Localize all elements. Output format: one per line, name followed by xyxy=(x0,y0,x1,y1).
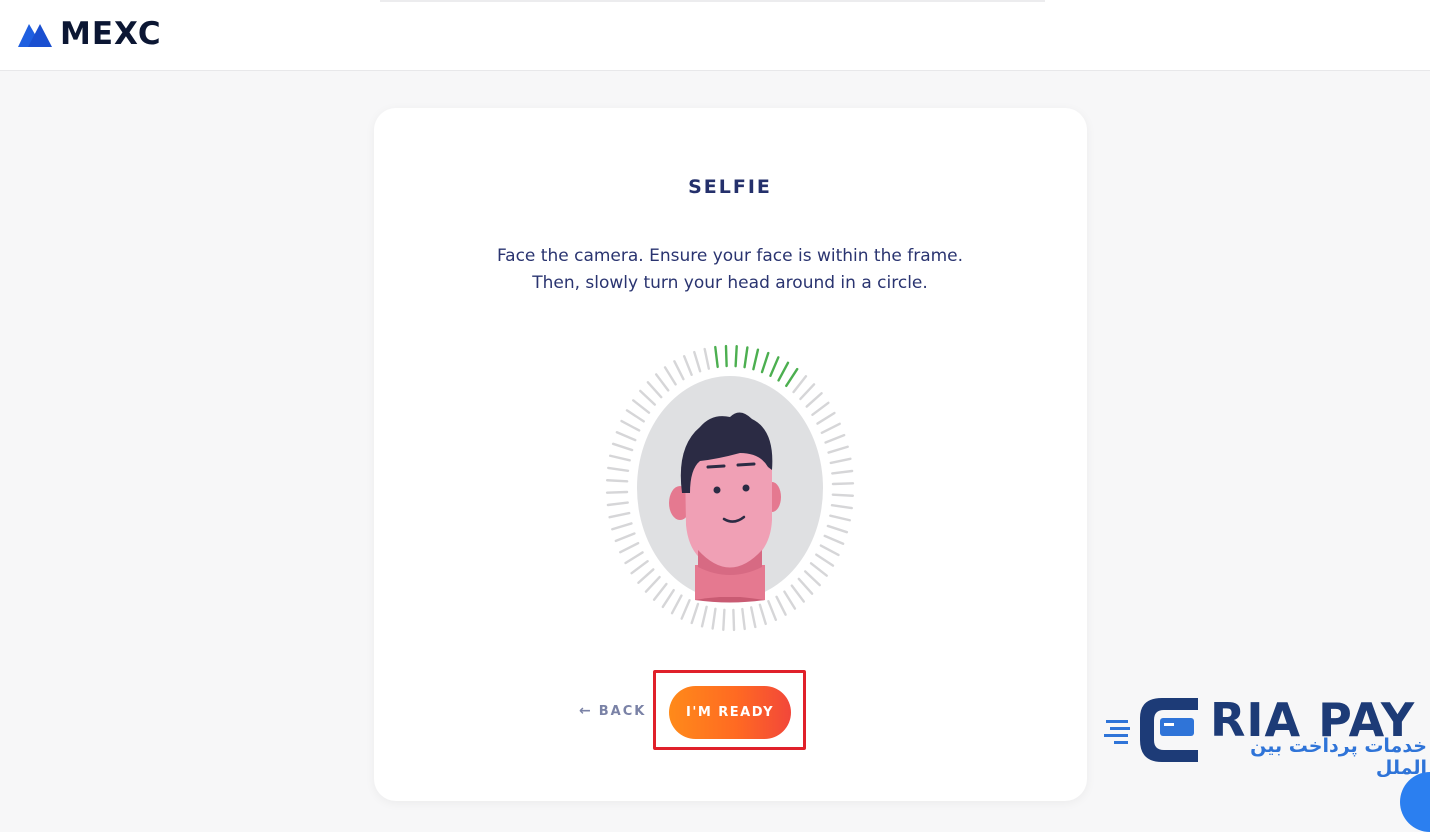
progress-tick xyxy=(829,514,851,522)
progress-tick xyxy=(632,399,651,414)
progress-tick xyxy=(644,575,661,593)
progress-tick xyxy=(824,433,846,444)
progress-tick xyxy=(673,360,685,381)
progress-tick xyxy=(693,350,702,373)
progress-tick xyxy=(661,588,675,609)
instruction-line-2: Then, slowly turn your head around in a … xyxy=(532,273,928,293)
progress-tick xyxy=(703,347,711,370)
progress-tick xyxy=(819,544,840,557)
arrow-left-icon: ← xyxy=(579,703,591,719)
progress-tick xyxy=(815,553,835,567)
im-ready-button[interactable]: I'M READY xyxy=(669,686,791,739)
progress-tick xyxy=(614,532,636,543)
progress-tick-complete xyxy=(714,345,719,369)
progress-tick xyxy=(690,602,700,625)
progress-tick xyxy=(767,600,778,621)
back-label: BACK xyxy=(598,703,647,719)
progress-tick xyxy=(700,605,708,628)
progress-tick xyxy=(646,381,663,399)
progress-tick xyxy=(805,392,823,408)
progress-tick xyxy=(605,479,629,483)
progress-tick-complete xyxy=(760,351,770,374)
riapay-tagline: خدمات پرداخت بین الملل xyxy=(1250,735,1427,779)
progress-tick-complete xyxy=(734,345,738,368)
back-button[interactable]: ← BACK xyxy=(579,703,646,719)
progress-tick xyxy=(609,454,631,462)
progress-tick xyxy=(654,373,670,392)
progress-tick xyxy=(783,590,797,610)
progress-tick xyxy=(619,541,640,554)
progress-tick xyxy=(606,501,629,507)
progress-tick xyxy=(820,422,841,435)
progress-tick xyxy=(816,411,836,425)
progress-tick xyxy=(831,469,854,475)
face-guide xyxy=(600,335,860,640)
progress-tick xyxy=(758,603,767,626)
progress-tick xyxy=(829,457,852,465)
progress-tick xyxy=(826,524,849,534)
progress-tick xyxy=(605,490,629,494)
progress-tick xyxy=(607,466,630,472)
progress-tick xyxy=(608,511,631,519)
progress-tick xyxy=(803,570,821,587)
progress-tick xyxy=(624,551,644,565)
progress-tick xyxy=(682,355,693,376)
progress-tick-complete xyxy=(743,346,749,369)
progress-tick xyxy=(639,389,657,406)
mexc-logo[interactable]: MEXC xyxy=(16,18,162,50)
top-divider xyxy=(380,0,1045,2)
progress-tick-complete xyxy=(785,367,799,388)
progress-tick xyxy=(811,401,830,416)
progress-tick xyxy=(663,366,677,386)
progress-tick xyxy=(732,608,736,632)
progress-tick-complete xyxy=(777,361,790,382)
progress-tick xyxy=(830,504,853,510)
progress-tick xyxy=(630,560,649,575)
progress-tick xyxy=(809,562,828,577)
progress-tick xyxy=(827,445,849,454)
progress-tick xyxy=(611,522,633,531)
chat-bubble-icon[interactable] xyxy=(1400,772,1430,832)
progress-tick xyxy=(799,383,816,401)
page-title: SELFIE xyxy=(688,176,772,198)
progress-tick xyxy=(749,606,757,629)
progress-tick xyxy=(741,607,746,631)
top-header: MEXC xyxy=(0,0,1430,71)
brand-name: MEXC xyxy=(60,16,162,52)
progress-tick xyxy=(722,608,726,631)
progress-tick xyxy=(711,607,717,630)
progress-tick xyxy=(670,594,683,615)
progress-tick xyxy=(823,534,845,545)
progress-tick xyxy=(625,409,645,423)
progress-tick xyxy=(637,568,655,584)
mexc-mountain-icon xyxy=(18,24,52,47)
progress-tick xyxy=(831,493,855,497)
progress-tick xyxy=(790,584,806,603)
progress-tick xyxy=(611,442,634,452)
progress-tick-complete xyxy=(724,344,728,368)
instructions: Face the camera. Ensure your face is wit… xyxy=(380,243,1080,297)
progress-tick xyxy=(775,595,787,616)
progress-tick xyxy=(680,598,691,620)
progress-tick xyxy=(620,419,641,432)
progress-tick xyxy=(615,431,637,442)
progress-tick xyxy=(792,375,808,394)
instruction-line-1: Face the camera. Ensure your face is wit… xyxy=(496,246,964,266)
progress-tick xyxy=(797,577,814,595)
face-scan-illustration xyxy=(605,344,855,632)
progress-tick-complete xyxy=(769,356,780,378)
progress-tick-complete xyxy=(752,348,760,371)
progress-tick xyxy=(652,582,668,601)
progress-tick xyxy=(831,482,855,486)
